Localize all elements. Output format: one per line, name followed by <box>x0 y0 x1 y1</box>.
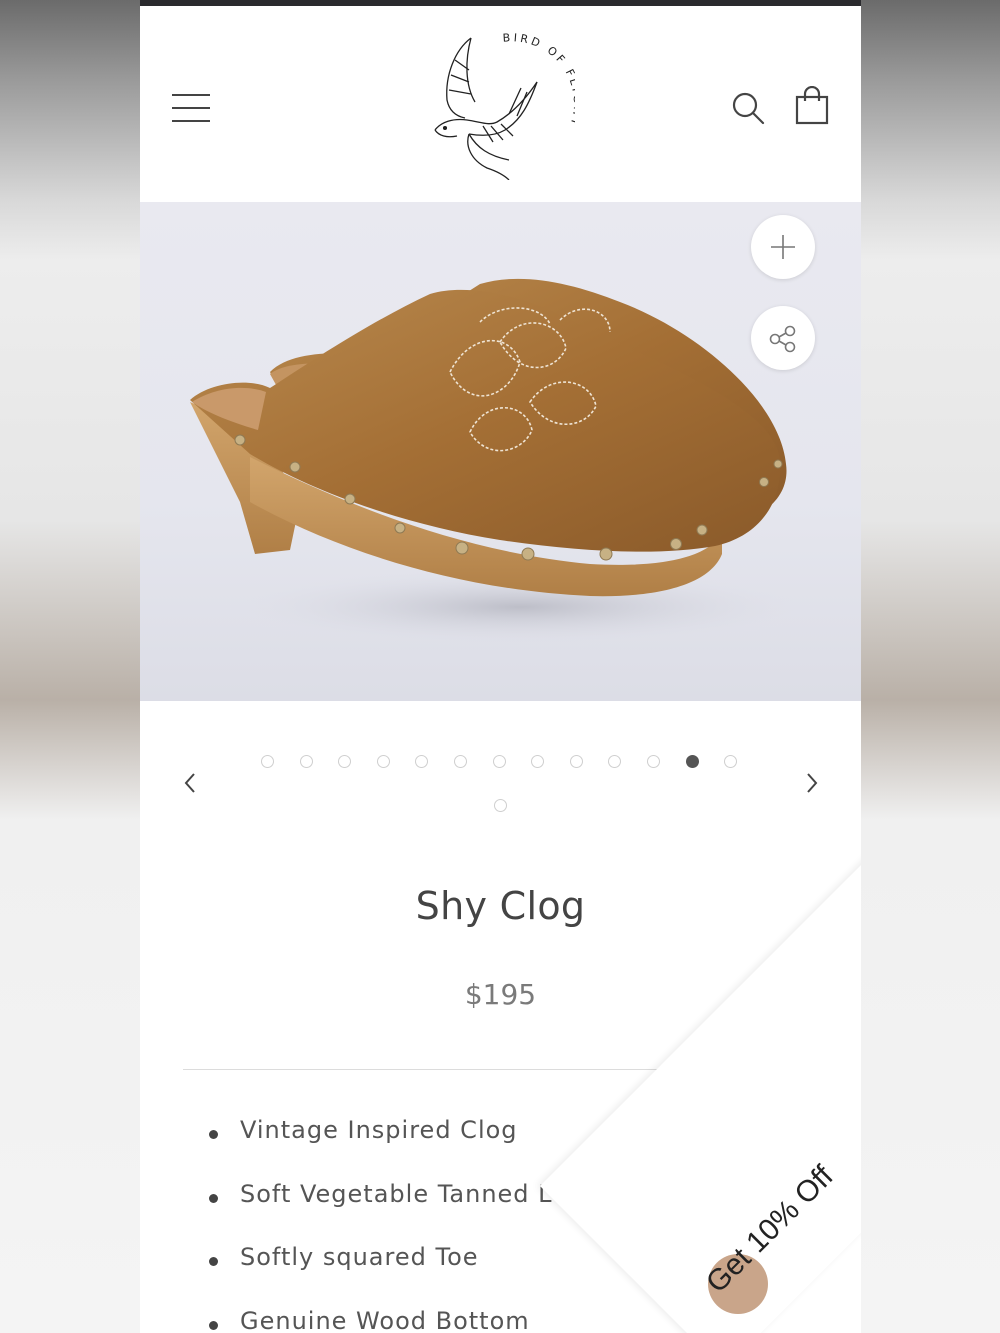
plus-icon <box>771 235 795 259</box>
gallery-dot[interactable] <box>647 755 660 768</box>
zoom-button[interactable] <box>751 215 815 279</box>
bird-of-flight-logo[interactable]: BIRD OF FLIGHT <box>425 30 575 180</box>
gallery-dot[interactable] <box>685 755 699 768</box>
gallery-dot[interactable] <box>608 755 622 768</box>
gallery-dot[interactable] <box>261 755 274 768</box>
site-header: BIRD OF FLIGHT <box>140 6 861 202</box>
gallery-dot[interactable] <box>492 755 506 768</box>
product-page: BIRD OF FLIGHT <box>140 6 861 1333</box>
gallery-dot[interactable] <box>724 755 738 768</box>
gallery-dot[interactable] <box>415 755 429 768</box>
gallery-dot[interactable] <box>376 755 390 768</box>
shopping-bag-icon[interactable] <box>794 86 830 126</box>
gallery-pagination <box>140 744 861 824</box>
share-button[interactable] <box>751 306 815 370</box>
search-icon[interactable] <box>730 90 766 126</box>
svg-text:BIRD OF FLIGHT: BIRD OF FLIGHT <box>502 31 575 130</box>
gallery-dot[interactable] <box>569 755 583 768</box>
backdrop-left <box>0 0 140 1333</box>
gallery-dot[interactable] <box>531 755 545 768</box>
gallery-dot[interactable] <box>454 755 467 768</box>
backdrop-right <box>860 0 1000 1333</box>
logo-text: BIRD OF FLIGHT <box>502 31 575 130</box>
share-icon <box>769 325 796 353</box>
gallery-dot[interactable] <box>338 755 352 768</box>
hamburger-menu-icon[interactable] <box>172 94 210 122</box>
product-image-gallery[interactable] <box>140 202 861 701</box>
product-title: Shy Clog <box>415 884 586 928</box>
gallery-dot[interactable] <box>299 755 313 768</box>
gallery-dot[interactable] <box>494 799 507 812</box>
